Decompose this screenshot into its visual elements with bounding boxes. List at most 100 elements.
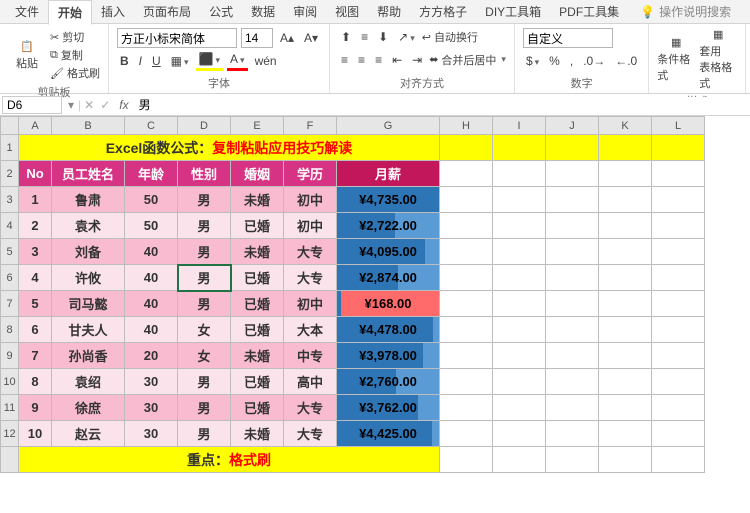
empty-cell[interactable] [546, 213, 599, 239]
cell-salary[interactable]: ¥4,095.00 [337, 239, 440, 265]
tab-文件[interactable]: 文件 [6, 0, 48, 23]
align-center-button[interactable]: ≡ [355, 51, 368, 69]
cell-name[interactable]: 鲁肃 [52, 187, 125, 213]
cell-salary[interactable]: ¥2,722.00 [337, 213, 440, 239]
empty-cell[interactable] [546, 135, 599, 161]
cell-education[interactable]: 大专 [284, 395, 337, 421]
cell-name[interactable]: 徐庶 [52, 395, 125, 421]
cell-no[interactable]: 5 [19, 291, 52, 317]
row-header-7[interactable]: 7 [1, 291, 19, 317]
cell-education[interactable]: 大专 [284, 265, 337, 291]
empty-cell[interactable] [599, 291, 652, 317]
cell-no[interactable]: 9 [19, 395, 52, 421]
empty-cell[interactable] [599, 317, 652, 343]
empty-cell[interactable] [493, 135, 546, 161]
cell-no[interactable]: 1 [19, 187, 52, 213]
empty-cell[interactable] [440, 265, 493, 291]
cell-sex[interactable]: 男 [178, 291, 231, 317]
format-as-table-button[interactable]: ▦套用 表格格式 [699, 28, 737, 91]
col-header-K[interactable]: K [599, 117, 652, 135]
header-cell[interactable]: 年龄 [125, 161, 178, 187]
cut-button[interactable]: ✂剪切 [50, 28, 100, 46]
merge-center-button[interactable]: ⬌合并后居中 [429, 51, 506, 69]
cell-education[interactable]: 高中 [284, 369, 337, 395]
cell-education[interactable]: 初中 [284, 187, 337, 213]
align-top-button[interactable]: ⬆ [338, 28, 354, 46]
cell-salary[interactable]: ¥168.00 [337, 291, 440, 317]
percent-button[interactable]: % [546, 52, 563, 70]
fx-icon[interactable]: fx [113, 98, 134, 112]
empty-cell[interactable] [652, 161, 705, 187]
col-header-G[interactable]: G [337, 117, 440, 135]
cell-marriage[interactable]: 未婚 [231, 187, 284, 213]
empty-cell[interactable] [440, 213, 493, 239]
empty-cell[interactable] [652, 447, 705, 473]
cell-name[interactable]: 袁绍 [52, 369, 125, 395]
row-header-8[interactable]: 8 [1, 317, 19, 343]
underline-button[interactable]: U [149, 52, 164, 70]
name-box[interactable] [2, 96, 62, 114]
worksheet[interactable]: ABCDEFGHIJKL1Excel函数公式：复制粘贴应用技巧解读2No员工姓名… [0, 116, 750, 512]
empty-cell[interactable] [440, 239, 493, 265]
empty-cell[interactable] [652, 317, 705, 343]
tab-方方格子[interactable]: 方方格子 [410, 0, 476, 23]
empty-cell[interactable] [440, 135, 493, 161]
col-header-D[interactable]: D [178, 117, 231, 135]
cell-name[interactable]: 许攸 [52, 265, 125, 291]
empty-cell[interactable] [493, 317, 546, 343]
decrease-indent-button[interactable]: ⇤ [389, 51, 405, 69]
cell-no[interactable]: 7 [19, 343, 52, 369]
tab-插入[interactable]: 插入 [92, 0, 134, 23]
empty-cell[interactable] [493, 161, 546, 187]
bold-button[interactable]: B [117, 52, 132, 70]
col-header-B[interactable]: B [52, 117, 125, 135]
cell-education[interactable]: 大专 [284, 239, 337, 265]
phonetic-button[interactable]: wén [252, 52, 280, 70]
cell-education[interactable]: 初中 [284, 213, 337, 239]
row-header-9[interactable]: 9 [1, 343, 19, 369]
empty-cell[interactable] [493, 239, 546, 265]
cell-sex[interactable]: 男 [178, 187, 231, 213]
italic-button[interactable]: I [136, 52, 145, 70]
cell-sex[interactable]: 男 [178, 395, 231, 421]
cell-sex[interactable]: 女 [178, 317, 231, 343]
empty-cell[interactable] [493, 447, 546, 473]
empty-cell[interactable] [493, 187, 546, 213]
col-header-J[interactable]: J [546, 117, 599, 135]
orientation-button[interactable]: ↗ [395, 28, 418, 46]
cell-age[interactable]: 30 [125, 421, 178, 447]
empty-cell[interactable] [652, 239, 705, 265]
cell-marriage[interactable]: 已婚 [231, 317, 284, 343]
cell-name[interactable]: 孙尚香 [52, 343, 125, 369]
cell-name[interactable]: 赵云 [52, 421, 125, 447]
empty-cell[interactable] [440, 343, 493, 369]
empty-cell[interactable] [546, 265, 599, 291]
cell-name[interactable]: 司马懿 [52, 291, 125, 317]
empty-cell[interactable] [493, 213, 546, 239]
empty-cell[interactable] [599, 421, 652, 447]
empty-cell[interactable] [599, 447, 652, 473]
tab-PDF工具集[interactable]: PDF工具集 [550, 0, 628, 23]
row-header-13[interactable] [1, 447, 19, 473]
cell-age[interactable]: 50 [125, 213, 178, 239]
formula-input[interactable] [135, 97, 750, 113]
empty-cell[interactable] [546, 317, 599, 343]
row-header-5[interactable]: 5 [1, 239, 19, 265]
tab-公式[interactable]: 公式 [200, 0, 242, 23]
empty-cell[interactable] [652, 135, 705, 161]
conditional-format-button[interactable]: ▦条件格式 [657, 36, 695, 83]
accounting-format-button[interactable]: $ [523, 52, 542, 70]
cell-name[interactable]: 甘夫人 [52, 317, 125, 343]
align-right-button[interactable]: ≡ [372, 51, 385, 69]
row-header-3[interactable]: 3 [1, 187, 19, 213]
empty-cell[interactable] [493, 421, 546, 447]
empty-cell[interactable] [652, 187, 705, 213]
empty-cell[interactable] [546, 369, 599, 395]
footer-cell[interactable]: 重点：格式刷 [19, 447, 440, 473]
comma-button[interactable]: , [567, 52, 576, 70]
col-header-C[interactable]: C [125, 117, 178, 135]
cell-sex[interactable]: 男 [178, 369, 231, 395]
tab-审阅[interactable]: 审阅 [284, 0, 326, 23]
font-size-combo[interactable] [241, 28, 273, 48]
cell-age[interactable]: 30 [125, 369, 178, 395]
